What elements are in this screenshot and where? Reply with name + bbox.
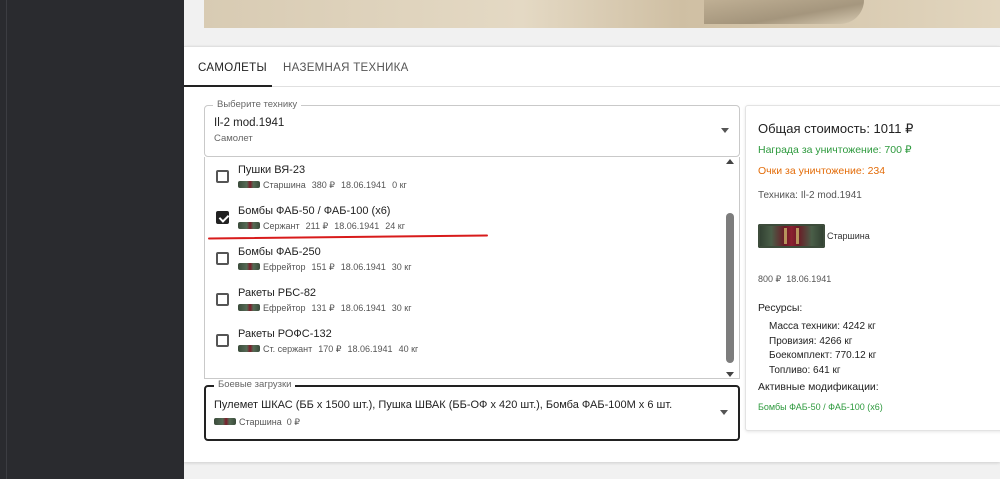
item-price: 151 ₽ xyxy=(311,262,335,272)
active-mod-item: Бомбы ФАБ-50 / ФАБ-100 (x6) xyxy=(758,402,883,412)
item-weight: 30 кг xyxy=(391,303,412,313)
item-weight: 24 кг xyxy=(385,221,405,231)
app-content: Самолеты Наземная техника Выберите техни… xyxy=(184,0,1000,479)
loadout-select-value: Пулемет ШКАС (ББ x 1500 шт.), Пушка ШВАК… xyxy=(214,399,673,411)
item-weight: 40 кг xyxy=(398,344,419,354)
rank-insignia-icon xyxy=(238,222,260,230)
resource-item: Масса техники: 4242 кг xyxy=(769,321,876,332)
scroll-down-icon[interactable] xyxy=(726,372,734,377)
item-price: 131 ₽ xyxy=(311,303,335,313)
selected-tech: Техника: Il-2 mod.1941 xyxy=(758,190,862,201)
tab-bar: Самолеты Наземная техника xyxy=(184,47,1000,87)
checkbox[interactable] xyxy=(216,170,229,183)
item-rank: Ст. сержант xyxy=(263,344,313,354)
banner-photo-detail xyxy=(704,0,864,24)
item-date: 18.06.1941 xyxy=(334,221,380,231)
list-item[interactable]: Ракеты РОФС-132 Ст. сержант 170 ₽ 18.06.19… xyxy=(205,321,725,362)
checkbox[interactable] xyxy=(216,252,229,265)
tab-aircraft[interactable]: Самолеты xyxy=(186,47,279,87)
resource-item: Боекомплект: 770.12 кг xyxy=(769,350,877,361)
left-sidebar xyxy=(0,0,184,479)
item-date: 18.06.1941 xyxy=(347,344,393,354)
resources-list: Масса техники: 4242 кг Провизия: 4266 кг… xyxy=(769,320,876,378)
destroy-points: Очки за уничтожение: 234 xyxy=(758,165,886,177)
item-weight: 0 кг xyxy=(392,180,407,190)
list-item[interactable]: Бомбы ФАБ-250 Ефрейтор 151 ₽ 18.06.1941 30 … xyxy=(205,239,725,280)
list-item[interactable]: Ракеты РБС-82 Ефрейтор 131 ₽ 18.06.1941 30 … xyxy=(205,280,725,321)
tech-select-subtitle: Самолет xyxy=(214,133,253,144)
item-meta: Ефрейтор 131 ₽ 18.06.1941 30 кг xyxy=(238,303,418,314)
rank-insignia-icon xyxy=(758,224,825,248)
checkbox[interactable] xyxy=(216,211,229,224)
tech-date: 18.06.1941 xyxy=(786,274,832,284)
checkbox[interactable] xyxy=(216,293,229,306)
item-weight: 30 кг xyxy=(391,262,412,272)
loadout-rank: Старшина xyxy=(239,417,282,427)
item-rank: Ефрейтор xyxy=(263,303,306,313)
loadout-select[interactable]: Боевые загрузки Пулемет ШКАС (ББ x 1500 … xyxy=(204,379,740,441)
tech-select[interactable]: Выберите технику Il-2 mod.1941 Самолет xyxy=(204,99,740,157)
item-price: 380 ₽ xyxy=(311,180,336,190)
item-rank: Старшина xyxy=(263,180,306,190)
active-mods-title: Активные модификации: xyxy=(758,381,879,393)
item-meta: Ст. сержант 170 ₽ 18.06.1941 40 кг xyxy=(238,344,424,355)
resource-item: Провизия: 4266 кг xyxy=(769,335,853,347)
tab-ground-vehicles[interactable]: Наземная техника xyxy=(271,47,421,87)
rank-insignia-icon xyxy=(214,418,236,426)
tech-select-label: Выберите технику xyxy=(213,99,302,110)
chevron-down-icon[interactable] xyxy=(721,128,729,133)
item-title: Ракеты РБС-82 xyxy=(238,287,317,299)
resource-item: Топливо: 641 кг xyxy=(769,364,841,376)
list-item[interactable]: Пушки ВЯ-23 Старшина 380 ₽ 18.06.1941 0 кг xyxy=(205,157,725,198)
resources-title: Ресурсы: xyxy=(758,302,803,314)
rank-insignia-icon xyxy=(238,181,260,189)
rank-insignia-icon xyxy=(238,345,260,353)
item-meta: Ефрейтор 151 ₽ 18.06.1941 30 кг xyxy=(238,262,418,273)
active-tab-indicator xyxy=(184,85,272,87)
scrollbar-thumb[interactable] xyxy=(726,213,734,363)
item-date: 18.06.1941 xyxy=(340,303,386,313)
scroll-up-icon[interactable] xyxy=(726,159,734,164)
tech-select-value: Il-2 mod.1941 xyxy=(214,117,285,129)
scrollbar[interactable] xyxy=(725,159,735,377)
item-rank: Ефрейтор xyxy=(263,262,306,272)
item-rank: Сержант xyxy=(263,221,300,231)
tech-price: 800 ₽ xyxy=(758,274,782,284)
item-meta: Сержант 211 ₽ 18.06.1941 24 кг xyxy=(238,221,411,232)
item-title: Бомбы ФАБ-50 / ФАБ-100 (x6) xyxy=(238,205,391,217)
item-date: 18.06.1941 xyxy=(340,262,386,272)
loadout-select-label: Боевые загрузки xyxy=(214,379,296,390)
rank-insignia-icon xyxy=(238,263,260,271)
loadout-meta: Старшина 0 ₽ xyxy=(214,417,300,428)
chevron-down-icon[interactable] xyxy=(720,410,728,415)
rank-insignia-icon xyxy=(238,304,260,312)
summary-panel: Общая стоимость: 1011 ₽ Награда за уничт… xyxy=(745,105,1000,431)
item-title: Бомбы ФАБ-250 xyxy=(238,246,321,258)
item-price: 170 ₽ xyxy=(318,344,342,354)
loadout-price: 0 ₽ xyxy=(286,417,301,427)
item-meta: Старшина 380 ₽ 18.06.1941 0 кг xyxy=(238,180,413,191)
banner-photo xyxy=(204,0,1000,28)
modifications-list[interactable]: Пушки ВЯ-23 Старшина 380 ₽18.06.1941 0 кг … xyxy=(204,157,740,379)
item-price: 211 ₽ xyxy=(305,221,329,231)
rank-name: Старшина xyxy=(827,231,870,241)
destroy-reward: Награда за уничтожение: 700 ₽ xyxy=(758,144,912,156)
tech-price-date: 800 ₽ 18.06.1941 xyxy=(758,274,836,285)
item-title: Пушки ВЯ-23 xyxy=(238,164,306,176)
item-title: Ракеты РОФС-132 xyxy=(238,328,332,340)
configurator-card: Самолеты Наземная техника Выберите техни… xyxy=(184,46,1000,462)
checkbox[interactable] xyxy=(216,334,229,347)
sidebar-divider xyxy=(6,0,7,479)
total-cost: Общая стоимость: 1011 ₽ xyxy=(758,121,914,136)
item-date: 18.06.1941 xyxy=(341,180,387,190)
list-item[interactable]: Бомбы ФАБ-50 / ФАБ-100 (x6) Сержант 211 ₽… xyxy=(205,198,725,239)
